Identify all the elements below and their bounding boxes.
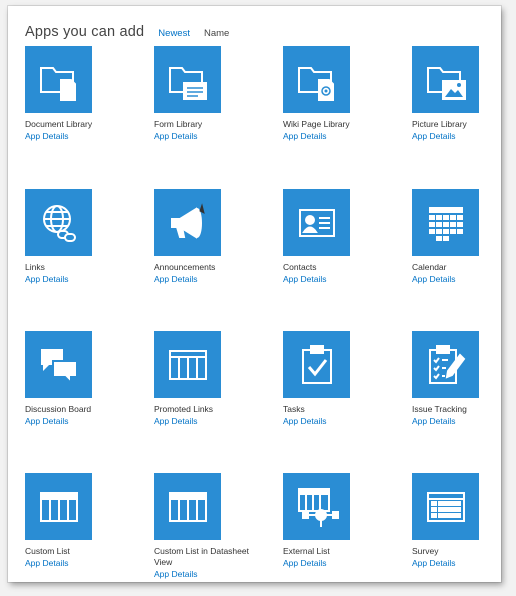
survey-icon[interactable]: [412, 473, 479, 540]
app-tile-external-list[interactable]: External List App Details: [283, 473, 393, 569]
external-list-icon[interactable]: [283, 473, 350, 540]
app-details-link[interactable]: App Details: [154, 568, 264, 580]
app-details-link[interactable]: App Details: [412, 415, 501, 427]
promoted-links-icon[interactable]: [154, 331, 221, 398]
app-details-link[interactable]: App Details: [283, 557, 393, 569]
app-tile-picture-library[interactable]: Picture Library App Details: [412, 46, 501, 142]
megaphone-icon[interactable]: [154, 189, 221, 256]
app-name: Custom List in Datasheet View: [154, 546, 249, 567]
app-name: Calendar: [412, 262, 447, 272]
app-tile-document-library[interactable]: Document Library App Details: [25, 46, 135, 142]
form-library-icon[interactable]: [154, 46, 221, 113]
clipboard-edit-icon[interactable]: [412, 331, 479, 398]
app-details-link[interactable]: App Details: [283, 130, 393, 142]
app-name: Links: [25, 262, 45, 272]
contact-card-icon[interactable]: [283, 189, 350, 256]
app-name: Tasks: [283, 404, 305, 414]
page-title: Apps you can add: [25, 24, 145, 40]
app-name: Document Library: [25, 119, 93, 129]
sort-newest-link[interactable]: Newest: [158, 28, 190, 39]
app-tile-tasks[interactable]: Tasks App Details: [283, 331, 393, 427]
app-tile-form-library[interactable]: Form Library App Details: [154, 46, 264, 142]
app-details-link[interactable]: App Details: [25, 130, 135, 142]
app-name: Announcements: [154, 262, 216, 272]
wiki-page-library-icon[interactable]: [283, 46, 350, 113]
app-tile-issue-tracking[interactable]: Issue Tracking App Details: [412, 331, 501, 427]
datasheet-icon[interactable]: [154, 473, 221, 540]
app-tile-promoted-links[interactable]: Promoted Links App Details: [154, 331, 264, 427]
document-library-icon[interactable]: [25, 46, 92, 113]
app-name: Issue Tracking: [412, 404, 467, 414]
app-details-link[interactable]: App Details: [412, 557, 501, 569]
app-details-link[interactable]: App Details: [154, 415, 264, 427]
calendar-icon[interactable]: [412, 189, 479, 256]
app-tile-wiki-page-library[interactable]: Wiki Page Library App Details: [283, 46, 393, 142]
app-details-link[interactable]: App Details: [283, 273, 393, 285]
custom-list-icon[interactable]: [25, 473, 92, 540]
apps-panel: Apps you can add Newest Name Document Li…: [8, 6, 501, 582]
clipboard-check-icon[interactable]: [283, 331, 350, 398]
app-tile-discussion-board[interactable]: Discussion Board App Details: [25, 331, 135, 427]
app-name: Picture Library: [412, 119, 467, 129]
app-name: Custom List: [25, 546, 70, 556]
sort-name-link[interactable]: Name: [204, 28, 229, 39]
app-name: Contacts: [283, 262, 317, 272]
app-details-link[interactable]: App Details: [154, 273, 264, 285]
app-details-link[interactable]: App Details: [25, 557, 135, 569]
app-tile-calendar[interactable]: Calendar App Details: [412, 189, 501, 285]
picture-library-icon[interactable]: [412, 46, 479, 113]
app-details-link[interactable]: App Details: [154, 130, 264, 142]
app-tile-survey[interactable]: Survey App Details: [412, 473, 501, 569]
app-name: External List: [283, 546, 330, 556]
app-tile-custom-list[interactable]: Custom List App Details: [25, 473, 135, 569]
app-name: Promoted Links: [154, 404, 214, 414]
app-tile-announcements[interactable]: Announcements App Details: [154, 189, 264, 285]
app-details-link[interactable]: App Details: [412, 273, 501, 285]
app-name: Discussion Board: [25, 404, 92, 414]
app-tile-contacts[interactable]: Contacts App Details: [283, 189, 393, 285]
app-details-link[interactable]: App Details: [25, 273, 135, 285]
app-name: Form Library: [154, 119, 203, 129]
app-name: Survey: [412, 546, 439, 556]
app-tile-links[interactable]: Links App Details: [25, 189, 135, 285]
links-globe-icon[interactable]: [25, 189, 92, 256]
app-details-link[interactable]: App Details: [412, 130, 501, 142]
app-details-link[interactable]: App Details: [283, 415, 393, 427]
app-details-link[interactable]: App Details: [25, 415, 135, 427]
app-name: Wiki Page Library: [283, 119, 350, 129]
apps-header: Apps you can add Newest Name: [25, 24, 229, 40]
app-tile-custom-list-datasheet[interactable]: Custom List in Datasheet View App Detail…: [154, 473, 264, 580]
speech-bubbles-icon[interactable]: [25, 331, 92, 398]
